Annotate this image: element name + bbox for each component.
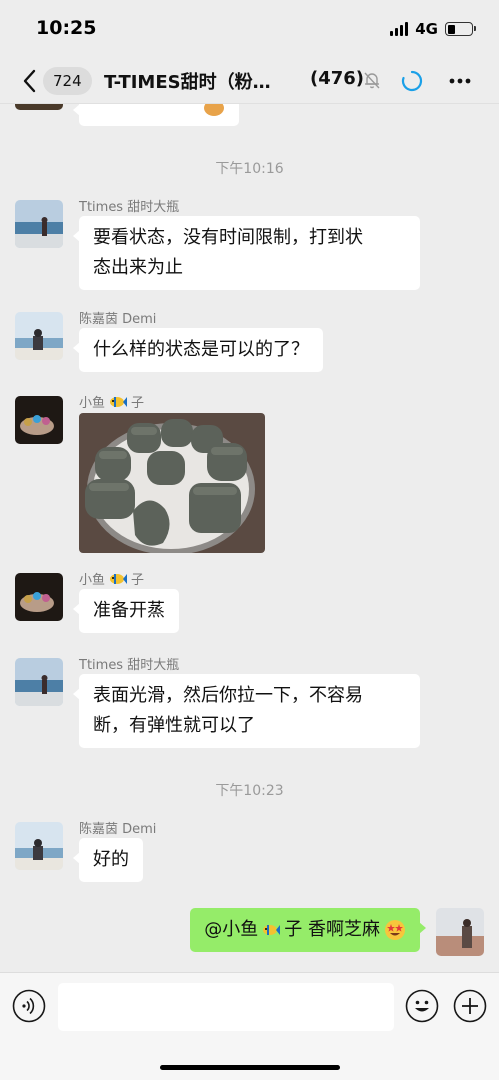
sender-name-suffix: 子	[131, 573, 145, 588]
message-bubble[interactable]: 表面光滑，然后你拉一下，不容易 断，有弹性就可以了	[73, 674, 420, 748]
message-text-line: 态出来为止	[93, 257, 183, 278]
sender-name: Ttimes 甜时大瓶	[79, 658, 180, 673]
sender-name: 小鱼 子	[79, 569, 144, 588]
more-dots-icon[interactable]	[448, 74, 472, 88]
message-bubble[interactable]: 好的	[73, 838, 143, 882]
sender-name: Ttimes 甜时大瓶	[79, 200, 180, 215]
voice-icon[interactable]	[12, 989, 46, 1023]
sender-name: 小鱼 子	[79, 392, 144, 411]
message-list[interactable]: 下午10:16 Ttimes 甜时大瓶 要看状态，没有时间限制，打到状 态出来为…	[0, 104, 499, 972]
star-struck-emoji-icon	[385, 920, 405, 940]
sender-name: 陈嘉茵 Demi	[79, 822, 157, 837]
message-bubble[interactable]: 什么样的状态是可以的了？	[73, 328, 323, 372]
sender-name-suffix: 子	[131, 396, 145, 411]
member-count: (476)	[310, 68, 365, 89]
timestamp: 下午10:23	[215, 783, 284, 799]
message-bubble-partial[interactable]	[73, 104, 239, 126]
avatar-ttimes[interactable]	[15, 200, 63, 248]
emoji-icon[interactable]	[405, 989, 439, 1023]
home-indicator	[160, 1065, 340, 1070]
emoji-icon	[204, 104, 224, 116]
sender-name: 陈嘉茵 Demi	[79, 312, 157, 327]
fish-emoji-icon	[110, 396, 128, 407]
timestamp: 下午10:16	[215, 161, 284, 177]
avatar-demi[interactable]	[15, 822, 63, 870]
status-time: 10:25	[36, 17, 97, 39]
network-type: 4G	[415, 20, 438, 38]
plus-icon[interactable]	[453, 989, 487, 1023]
message-text-line: 要看状态，没有时间限制，打到状	[93, 227, 363, 248]
message-text: 好的	[93, 849, 129, 870]
nav-bar: 724 T-TIMES甜时（粉… (476)	[0, 58, 499, 104]
signal-icon	[390, 22, 409, 36]
avatar-self[interactable]	[436, 908, 484, 956]
battery-icon	[445, 22, 476, 36]
fish-emoji-icon	[263, 925, 281, 935]
status-bar: 10:25 4G	[0, 0, 499, 58]
message-text-line: 表面光滑，然后你拉一下，不容易	[93, 685, 363, 706]
avatar-xiaoyu[interactable]	[15, 573, 63, 621]
message-bubble[interactable]: 准备开蒸	[73, 589, 179, 633]
back-chevron-icon[interactable]	[20, 66, 40, 96]
bell-muted-icon	[364, 72, 380, 89]
avatar-xiaoyu[interactable]	[15, 396, 63, 444]
status-indicators: 4G	[390, 20, 476, 38]
avatar[interactable]	[15, 104, 63, 110]
sender-name-prefix: 小鱼	[79, 396, 106, 411]
unread-count-badge[interactable]: 724	[43, 67, 92, 95]
self-message-bubble[interactable]: @小鱼 子 香啊芝麻	[190, 908, 426, 952]
message-text: 准备开蒸	[93, 600, 165, 621]
message-input[interactable]	[58, 983, 394, 1031]
mention-text: @小鱼	[204, 919, 259, 940]
input-bar	[0, 972, 499, 1080]
message-image[interactable]	[79, 413, 265, 553]
chat-title: T-TIMES甜时（粉…	[104, 72, 271, 93]
message-text: 什么样的状态是可以的了？	[93, 339, 309, 360]
message-text-line: 断，有弹性就可以了	[93, 715, 255, 736]
fish-emoji-icon	[110, 573, 128, 584]
avatar-ttimes[interactable]	[15, 658, 63, 706]
sender-name-prefix: 小鱼	[79, 573, 106, 588]
loading-spinner-icon	[401, 70, 423, 92]
message-bubble[interactable]: 要看状态，没有时间限制，打到状 态出来为止	[73, 216, 420, 290]
message-text: 子 香啊芝麻	[284, 919, 380, 940]
avatar-demi[interactable]	[15, 312, 63, 360]
